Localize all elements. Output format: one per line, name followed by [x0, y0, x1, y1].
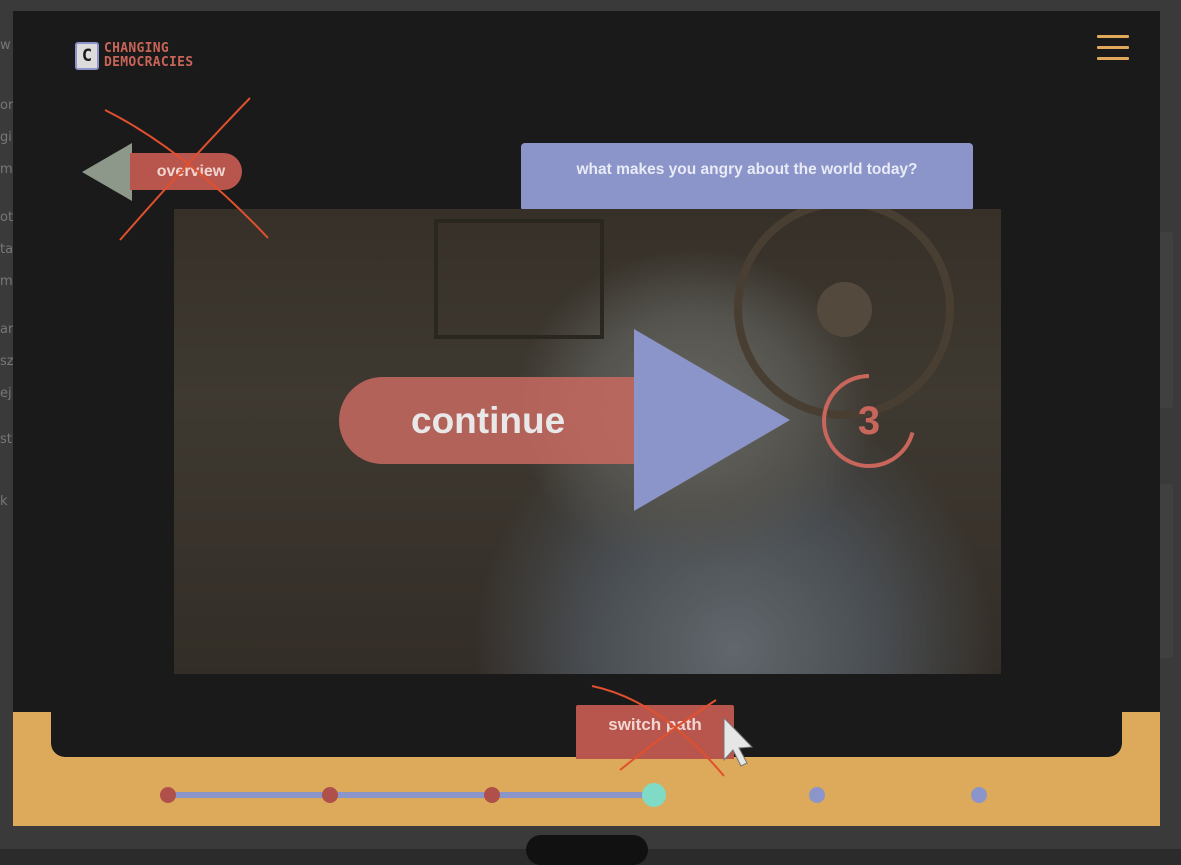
timeline-node[interactable]	[809, 787, 825, 803]
changing-democracies-logo[interactable]: C CHANGING DEMOCRACIES	[75, 42, 193, 70]
background-text: ar	[0, 322, 14, 337]
background-text: k	[0, 494, 8, 509]
background-text: m	[0, 162, 13, 177]
overview-label: overview	[130, 153, 242, 190]
video-player[interactable]: continue 3	[174, 209, 1001, 674]
background-text: ta	[0, 242, 14, 257]
background-text: ej	[0, 386, 12, 401]
continue-button[interactable]: continue	[339, 377, 659, 464]
logo-mark: C	[75, 42, 99, 70]
switch-path-button[interactable]: switch path	[576, 705, 734, 759]
timeline-track	[168, 792, 654, 798]
background-text: or	[0, 98, 14, 113]
background-text: ot	[0, 210, 14, 225]
timeline-node-current[interactable]	[642, 783, 666, 807]
background-pill	[526, 835, 648, 865]
overview-button[interactable]: overview	[82, 143, 242, 201]
logo-line-1: CHANGING	[104, 41, 170, 56]
play-icon[interactable]	[634, 329, 794, 511]
timeline-node[interactable]	[322, 787, 338, 803]
timeline-node[interactable]	[484, 787, 500, 803]
back-arrow-icon	[82, 143, 132, 201]
timeline-node[interactable]	[971, 787, 987, 803]
timeline-node[interactable]	[160, 787, 176, 803]
background-text: w	[0, 38, 11, 53]
path-timeline	[13, 771, 1160, 811]
hamburger-menu-icon[interactable]	[1097, 34, 1129, 62]
logo-wordmark: CHANGING DEMOCRACIES	[104, 42, 193, 70]
question-banner: what makes you angry about the world tod…	[521, 143, 973, 211]
logo-line-2: DEMOCRACIES	[104, 55, 194, 70]
app-window: C CHANGING DEMOCRACIES overview what mak…	[13, 11, 1160, 826]
background-text: sz	[0, 354, 14, 369]
background-text: st	[0, 432, 12, 447]
background-text: m	[0, 274, 13, 289]
countdown-number: 3	[857, 399, 881, 443]
